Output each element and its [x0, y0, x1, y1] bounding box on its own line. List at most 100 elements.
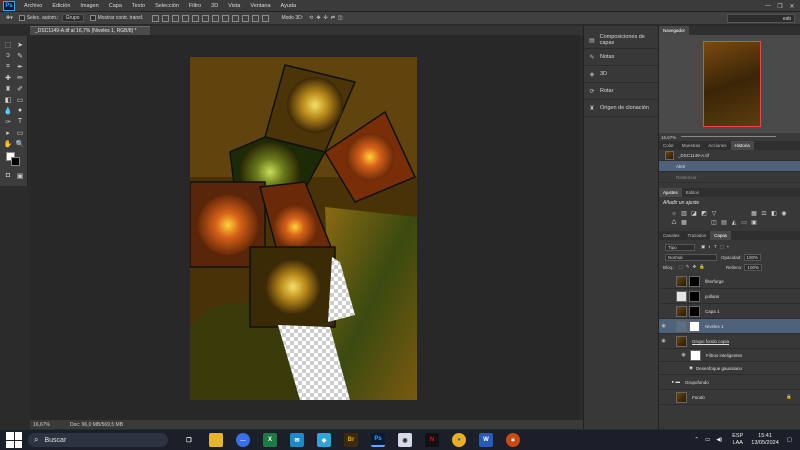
- clock[interactable]: 15:41 13/05/2024: [751, 433, 779, 447]
- tab-adjustments[interactable]: Ajustes: [659, 188, 682, 197]
- healing-brush-icon[interactable]: ✚: [3, 73, 13, 82]
- network-icon[interactable]: ▭: [705, 437, 710, 443]
- menu-ayuda[interactable]: Ayuda: [276, 3, 302, 9]
- canvas-area[interactable]: [30, 35, 580, 420]
- eraser-tool-icon[interactable]: ◧: [3, 95, 13, 104]
- navigator-zoom-slider[interactable]: [681, 136, 776, 137]
- tab-actions[interactable]: Acciones: [704, 143, 730, 148]
- auto-select-dropdown[interactable]: Grupo: [61, 14, 84, 22]
- align-center-icon[interactable]: [192, 14, 200, 22]
- tab-swatches[interactable]: Muestras: [678, 143, 705, 148]
- blend-mode-dropdown[interactable]: Normal: [665, 253, 717, 261]
- brightness-icon[interactable]: ☼: [669, 209, 679, 218]
- mode3d-icons[interactable]: ⟲✥✣⇄◫: [309, 15, 345, 21]
- color-lookup-icon[interactable]: ▦: [679, 218, 689, 227]
- hue-saturation-icon[interactable]: ▦: [749, 209, 759, 218]
- crop-tool-icon[interactable]: ⌗: [3, 62, 13, 71]
- store-icon[interactable]: ◆: [317, 433, 331, 447]
- layer-row-selected[interactable]: ◉ Niveles 1: [659, 319, 800, 334]
- filter-icons[interactable]: ▣◐T⬚▪: [701, 244, 732, 250]
- menu-3d[interactable]: 3D: [206, 3, 223, 9]
- distribute-bottom-icon[interactable]: [232, 14, 240, 22]
- move-tool-icon[interactable]: ✥▾: [6, 15, 13, 21]
- marquee-tool-icon[interactable]: ⬚: [3, 40, 13, 49]
- distribute-left-icon[interactable]: [242, 14, 250, 22]
- fill-input[interactable]: 100%: [744, 263, 762, 271]
- layer-row[interactable]: pollans: [659, 289, 800, 304]
- menu-filtro[interactable]: Filtro: [184, 3, 206, 9]
- clone-source-panel[interactable]: ♜ Origen de clonación: [584, 100, 658, 117]
- channel-mixer-icon[interactable]: ♺: [669, 218, 679, 227]
- type-tool-icon[interactable]: T: [15, 117, 25, 126]
- layer-row[interactable]: Capa 1: [659, 304, 800, 319]
- eye-icon[interactable]: ◉: [659, 323, 668, 329]
- move-tool-icon[interactable]: ➤: [15, 40, 25, 49]
- layer-mask[interactable]: [689, 305, 700, 317]
- brush-tool-icon[interactable]: ✏: [15, 73, 25, 82]
- menu-edicion[interactable]: Edición: [47, 3, 75, 9]
- document-tab[interactable]: _DSC1149-A.tif al 16,7% (Niveles 1, RGB/…: [30, 26, 150, 35]
- volume-icon[interactable]: ◀): [716, 437, 722, 443]
- path-select-icon[interactable]: ▸: [3, 128, 13, 137]
- distribute-top-icon[interactable]: [212, 14, 220, 22]
- menu-texto[interactable]: Texto: [127, 3, 150, 9]
- rectangle-tool-icon[interactable]: ▭: [15, 128, 25, 137]
- language-indicator[interactable]: ESP LAA: [732, 433, 743, 447]
- layer-filter-dropdown[interactable]: Tipo: [665, 243, 695, 251]
- gradient-tool-icon[interactable]: ▭: [15, 95, 25, 104]
- chevron-up-icon[interactable]: ⌃: [694, 437, 699, 443]
- messenger-icon[interactable]: …: [236, 433, 250, 447]
- group-row[interactable]: ▸ ▬ Grupofondo: [659, 375, 800, 390]
- word-icon[interactable]: W: [479, 433, 493, 447]
- layer-mask[interactable]: [689, 275, 700, 287]
- layer-row[interactable]: Fondo 🔒: [659, 390, 800, 405]
- distribute-right-icon[interactable]: [262, 14, 270, 22]
- tab-layers[interactable]: Capas: [710, 231, 732, 240]
- smart-filter-mask[interactable]: [690, 349, 701, 361]
- black-white-icon[interactable]: ◧: [769, 209, 779, 218]
- eye-icon[interactable]: ◉: [659, 338, 668, 344]
- vibrance-icon[interactable]: ▽: [709, 209, 719, 218]
- filter-effect-row[interactable]: ◉ Desenfoque gaussiano: [659, 362, 800, 375]
- history-snapshot[interactable]: _DSC1149-A.tif: [659, 150, 800, 161]
- gradient-map-icon[interactable]: ▭: [739, 218, 749, 227]
- rotate-panel[interactable]: ⟳ Rotar: [584, 83, 658, 100]
- zoom-readout[interactable]: 16,67%: [33, 422, 50, 428]
- workspace-search[interactable]: esb: [727, 14, 795, 23]
- auto-select-checkbox[interactable]: [18, 15, 25, 21]
- tab-styles[interactable]: Estilos: [682, 190, 703, 195]
- show-transform-checkbox[interactable]: [89, 15, 96, 21]
- dodge-tool-icon[interactable]: ●: [15, 106, 25, 115]
- history-brush-icon[interactable]: ✐: [15, 84, 25, 93]
- menu-vista[interactable]: Vista: [223, 3, 245, 9]
- chrome-icon[interactable]: ●: [452, 433, 466, 447]
- align-right-icon[interactable]: [202, 14, 210, 22]
- distribute-middle-icon[interactable]: [222, 14, 230, 22]
- menu-imagen[interactable]: Imagen: [75, 3, 103, 9]
- filterforge-icon[interactable]: ✶: [506, 433, 520, 447]
- history-item[interactable]: Rasterizar: [659, 172, 800, 183]
- notes-panel[interactable]: ✎ Notas: [584, 49, 658, 66]
- clone-stamp-icon[interactable]: ♜: [3, 84, 13, 93]
- lasso-tool-icon[interactable]: ↄ: [3, 51, 13, 60]
- lock-icons[interactable]: ⬚✎✥🔒: [679, 264, 708, 270]
- menu-ventana[interactable]: Ventana: [245, 3, 275, 9]
- excel-icon[interactable]: X: [263, 433, 277, 447]
- smart-filters-row[interactable]: ◉ Filtros inteligentes: [659, 349, 800, 362]
- menu-capa[interactable]: Capa: [104, 3, 127, 9]
- tab-history[interactable]: Historia: [730, 141, 754, 150]
- layer-mask[interactable]: [689, 290, 700, 302]
- notifications-icon[interactable]: ▢: [787, 437, 792, 443]
- eye-icon[interactable]: ◉: [679, 352, 688, 358]
- taskbar-search[interactable]: ⌕ Buscar: [28, 433, 168, 447]
- task-view-icon[interactable]: ❐: [182, 433, 196, 447]
- tab-channels[interactable]: Canales: [659, 233, 684, 238]
- invert-icon[interactable]: ◫: [709, 218, 719, 227]
- quick-select-icon[interactable]: ✎: [15, 51, 25, 60]
- align-bottom-icon[interactable]: [172, 14, 180, 22]
- align-middle-icon[interactable]: [162, 14, 170, 22]
- opacity-input[interactable]: 100%: [743, 253, 762, 261]
- align-top-icon[interactable]: [152, 14, 160, 22]
- 3d-panel[interactable]: ◈ 3D: [584, 66, 658, 83]
- hand-tool-icon[interactable]: ✋: [3, 139, 13, 148]
